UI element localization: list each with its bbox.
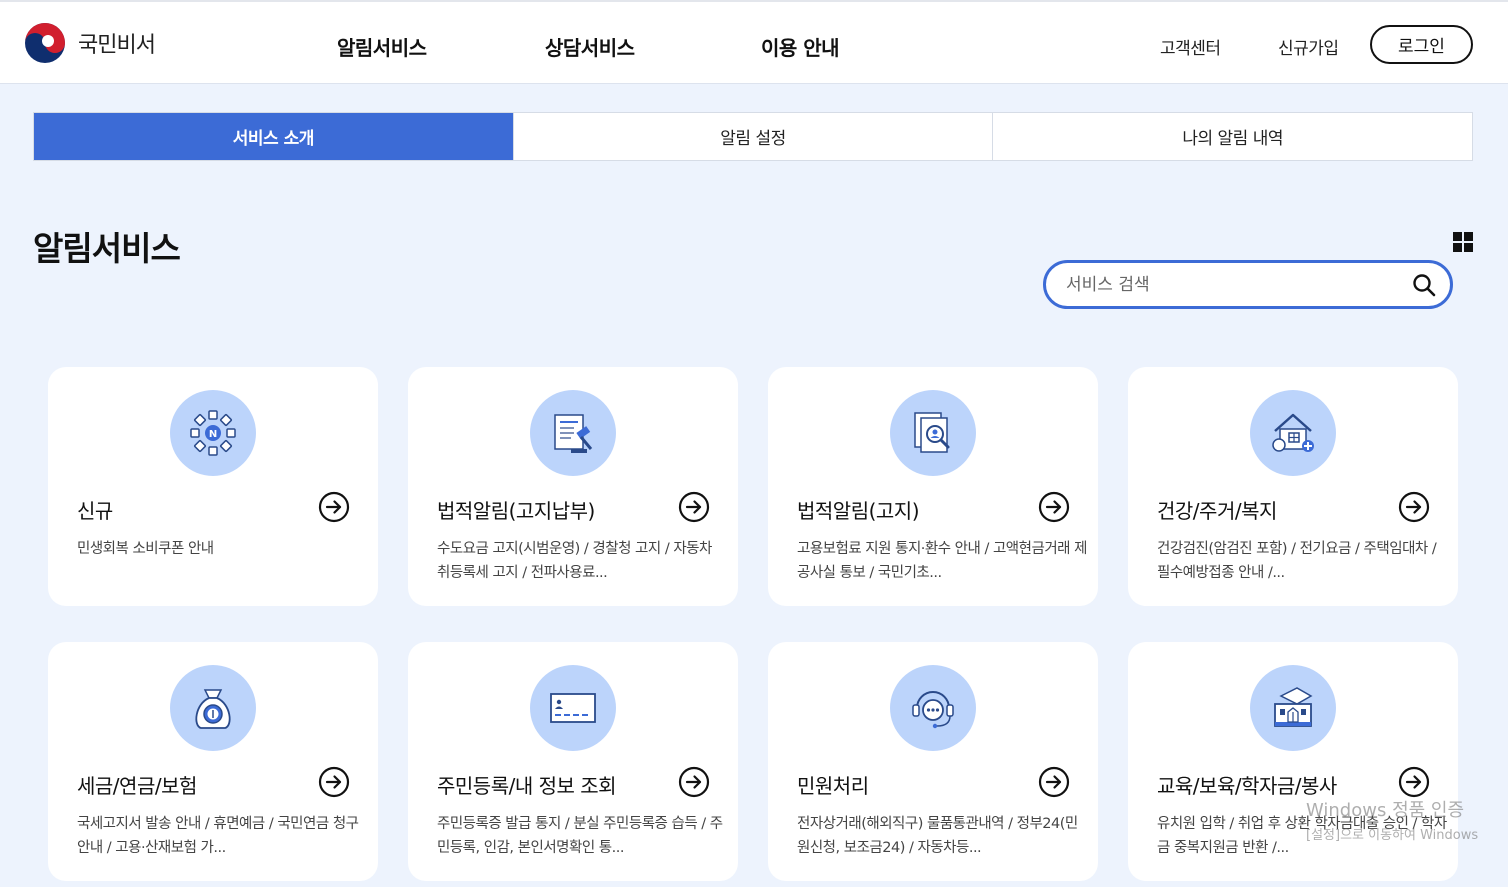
new-icon: N — [190, 410, 236, 456]
login-button[interactable]: 로그인 — [1370, 25, 1473, 64]
svg-text:N: N — [209, 429, 217, 440]
service-card[interactable]: 법적알림(고지) 고용보험료 지원 통지·환수 안내 / 고액현금거래 제공사실… — [768, 367, 1098, 606]
arrow-right-circle-icon[interactable] — [1038, 491, 1070, 523]
arrow-right-circle-icon[interactable] — [1038, 766, 1070, 798]
service-card[interactable]: 교육/보육/학자금/봉사 유치원 입학 / 취업 후 상환 학자금대출 승인 /… — [1128, 642, 1458, 881]
nav-notification-service[interactable]: 알림서비스 — [337, 32, 427, 61]
card-description: 건강검진(암검진 포함) / 전기요금 / 주택임대차 / 필수예방접종 안내 … — [1157, 541, 1437, 581]
id-card-icon — [550, 693, 596, 723]
card-description: 주민등록증 발급 통지 / 분실 주민등록증 습득 / 주민등록, 인감, 본인… — [437, 816, 723, 856]
site-header: 국민비서 알림서비스 상담서비스 이용 안내 고객센터 신규가입 로그인 — [0, 0, 1508, 84]
logo[interactable]: 국민비서 — [24, 22, 156, 64]
tab-notification-settings[interactable]: 알림 설정 — [512, 113, 993, 160]
service-card[interactable]: 민원처리 전자상거래(해외직구) 물품통관내역 / 정부24(민원신청, 보조금… — [768, 642, 1098, 881]
card-description: 고용보험료 지원 통지·환수 안내 / 고액현금거래 제공사실 통보 / 국민기… — [797, 541, 1087, 581]
service-card-grid: N 신규 민생회복 소비쿠폰 안내 법적알림(고지납부) 수도요금 고지(시범운… — [48, 367, 1458, 881]
card-icon-circle — [170, 665, 256, 751]
card-icon-circle — [890, 390, 976, 476]
search-icon[interactable] — [1412, 273, 1436, 297]
page-title: 알림서비스 — [33, 229, 181, 268]
card-description: 전자상거래(해외직구) 물품통관내역 / 정부24(민원신청, 보조금24) /… — [797, 816, 1078, 856]
card-title: 세금/연금/보험 — [77, 774, 197, 798]
card-description: 국세고지서 발송 안내 / 휴면예금 / 국민연금 청구안내 / 고용·산재보험… — [77, 816, 359, 856]
legal-payment-icon — [554, 414, 593, 453]
customer-center-link[interactable]: 고객센터 — [1160, 34, 1221, 59]
arrow-right-circle-icon[interactable] — [318, 491, 350, 523]
taegeuk-logo-icon — [25, 23, 65, 63]
card-icon-circle — [1250, 665, 1336, 751]
tab-service-intro[interactable]: 서비스 소개 — [34, 113, 513, 160]
money-bag-icon — [195, 689, 231, 729]
service-card[interactable]: 건강/주거/복지 건강검진(암검진 포함) / 전기요금 / 주택임대차 / 필… — [1128, 367, 1458, 606]
health-housing-icon — [1272, 413, 1314, 452]
card-title: 주민등록/내 정보 조회 — [437, 774, 617, 798]
card-title: 신규 — [77, 499, 113, 523]
nav-usage-guide[interactable]: 이용 안내 — [761, 32, 840, 61]
logo-text: 국민비서 — [78, 33, 156, 58]
signup-link[interactable]: 신규가입 — [1278, 34, 1339, 59]
service-card[interactable]: N 신규 민생회복 소비쿠폰 안내 — [48, 367, 378, 606]
arrow-right-circle-icon[interactable] — [1398, 766, 1430, 798]
card-description: 수도요금 고지(시범운영) / 경찰청 고지 / 자동차 취등록세 고지 / 전… — [437, 541, 712, 581]
card-description: 유치원 입학 / 취업 후 상환 학자금대출 승인 / 학자금 중복지원금 반환… — [1157, 816, 1447, 856]
arrow-right-circle-icon[interactable] — [1398, 491, 1430, 523]
service-search — [1043, 260, 1453, 309]
legal-notice-icon — [914, 412, 950, 453]
search-input[interactable] — [1066, 274, 1406, 295]
card-title: 민원처리 — [797, 774, 869, 798]
card-title: 교육/보육/학자금/봉사 — [1157, 774, 1337, 798]
nav-consultation-service[interactable]: 상담서비스 — [545, 32, 635, 61]
card-icon-circle — [890, 665, 976, 751]
service-card[interactable]: 법적알림(고지납부) 수도요금 고지(시범운영) / 경찰청 고지 / 자동차 … — [408, 367, 738, 606]
service-card[interactable]: 주민등록/내 정보 조회 주민등록증 발급 통지 / 분실 주민등록증 습득 /… — [408, 642, 738, 881]
service-tabs: 서비스 소개 알림 설정 나의 알림 내역 — [33, 112, 1473, 161]
grid-view-icon[interactable] — [1453, 232, 1473, 252]
tab-my-notifications[interactable]: 나의 알림 내역 — [992, 113, 1472, 160]
card-icon-circle — [530, 390, 616, 476]
card-description: 민생회복 소비쿠폰 안내 — [77, 541, 214, 557]
card-title: 법적알림(고지) — [797, 499, 920, 523]
headset-icon — [912, 691, 954, 729]
arrow-right-circle-icon[interactable] — [678, 491, 710, 523]
card-title: 법적알림(고지납부) — [437, 499, 595, 523]
service-card[interactable]: 세금/연금/보험 국세고지서 발송 안내 / 휴면예금 / 국민연금 청구안내 … — [48, 642, 378, 881]
card-title: 건강/주거/복지 — [1157, 499, 1277, 523]
card-icon-circle — [1250, 390, 1336, 476]
card-icon-circle — [530, 665, 616, 751]
school-icon — [1274, 687, 1313, 727]
arrow-right-circle-icon[interactable] — [678, 766, 710, 798]
card-icon-circle: N — [170, 390, 256, 476]
arrow-right-circle-icon[interactable] — [318, 766, 350, 798]
